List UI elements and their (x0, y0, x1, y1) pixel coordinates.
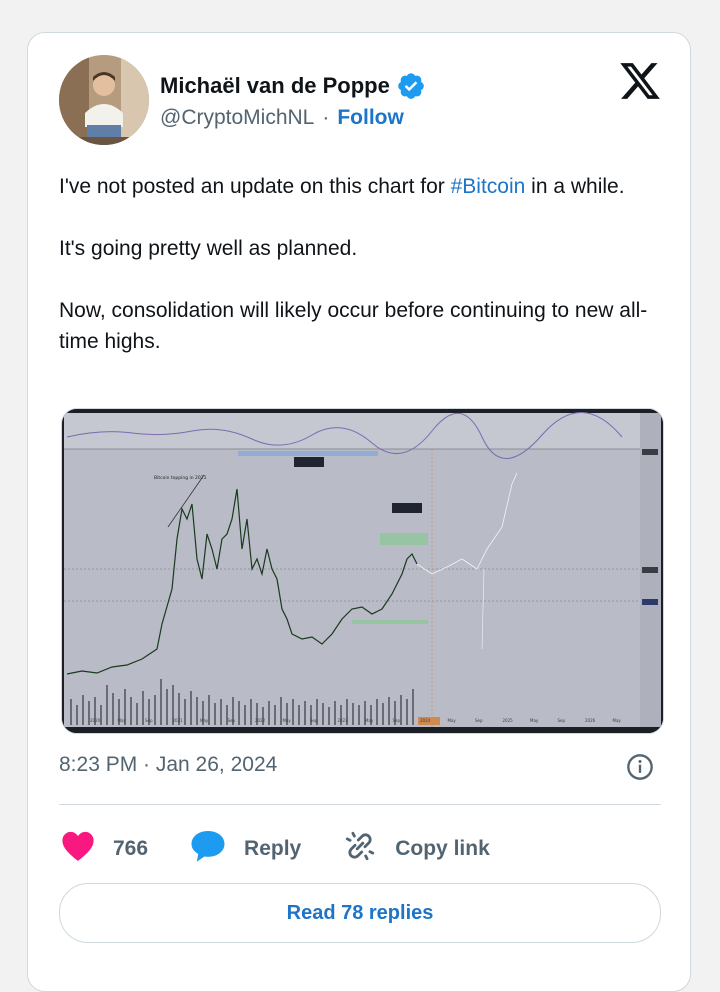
tweet-media-chart[interactable]: Bitcoin topping in 2021 2020 May Sep 202… (61, 408, 664, 734)
chart-x-label: Sep (310, 718, 318, 723)
copy-link-label: Copy link (395, 836, 490, 860)
chart-x-label: May (283, 718, 292, 723)
heart-icon (61, 830, 95, 867)
tweet-text-segment: in a while. (525, 175, 625, 198)
reply-label: Reply (244, 836, 302, 860)
chart-x-label: May (200, 718, 209, 723)
avatar[interactable] (59, 55, 149, 145)
chart-x-label: Sep (475, 718, 483, 723)
chart-x-label: 2020 (90, 718, 101, 723)
hashtag-link[interactable]: #Bitcoin (451, 175, 526, 198)
tweet-text-segment: I've not posted an update on this chart … (59, 175, 451, 198)
chart-x-label: Sep (228, 718, 236, 723)
copy-link-button[interactable]: Copy link (343, 829, 490, 868)
chart-annotation: Bitcoin topping in 2021 (154, 475, 207, 481)
chart-x-label: 2021 (173, 718, 184, 723)
tweet-card: Michaël van de Poppe @CryptoMichNL · Fol… (27, 32, 691, 992)
chart-x-label: Sep (393, 718, 401, 723)
chart-image: Bitcoin topping in 2021 2020 May Sep 202… (62, 409, 663, 733)
separator-dot: · (322, 106, 330, 129)
read-replies-button[interactable]: Read 78 replies (59, 883, 661, 943)
follow-button[interactable]: Follow (337, 106, 404, 130)
author-handle[interactable]: @CryptoMichNL (160, 106, 314, 130)
verified-badge-icon (396, 71, 426, 101)
chart-x-label: 2022 (255, 718, 266, 723)
chart-x-label: May (365, 718, 374, 723)
like-button[interactable]: 766 (61, 830, 148, 867)
chart-x-label: 2026 (585, 718, 596, 723)
chart-x-label: May (118, 718, 127, 723)
chart-x-label: May (448, 718, 457, 723)
chart-x-label: May (530, 718, 539, 723)
chart-x-label: May (613, 718, 622, 723)
handle-row: @CryptoMichNL · Follow (160, 106, 404, 130)
x-logo-icon[interactable] (618, 59, 662, 103)
chart-x-label: Sep (145, 718, 153, 723)
reply-button[interactable]: Reply (190, 829, 301, 868)
action-bar: 766 Reply Copy link (61, 829, 532, 868)
tweet-paragraph-1: I've not posted an update on this chart … (59, 171, 659, 202)
tweet-text: I've not posted an update on this chart … (59, 171, 659, 388)
chart-x-label: 2024 (420, 718, 431, 723)
author-name[interactable]: Michaël van de Poppe (160, 73, 390, 99)
info-icon[interactable] (626, 753, 654, 781)
tweet-timestamp[interactable]: 8:23 PM · Jan 26, 2024 (59, 753, 277, 777)
chart-x-label: 2023 (338, 718, 349, 723)
link-icon (343, 829, 377, 868)
author-name-row: Michaël van de Poppe (160, 71, 426, 101)
reply-bubble-icon (190, 829, 226, 868)
divider (59, 804, 661, 805)
tweet-paragraph-2: It's going pretty well as planned. (59, 237, 358, 260)
chart-x-label: 2025 (503, 718, 514, 723)
chart-x-label: Sep (558, 718, 566, 723)
tweet-paragraph-3: Now, consolidation will likely occur bef… (59, 299, 648, 353)
like-count: 766 (113, 836, 149, 860)
